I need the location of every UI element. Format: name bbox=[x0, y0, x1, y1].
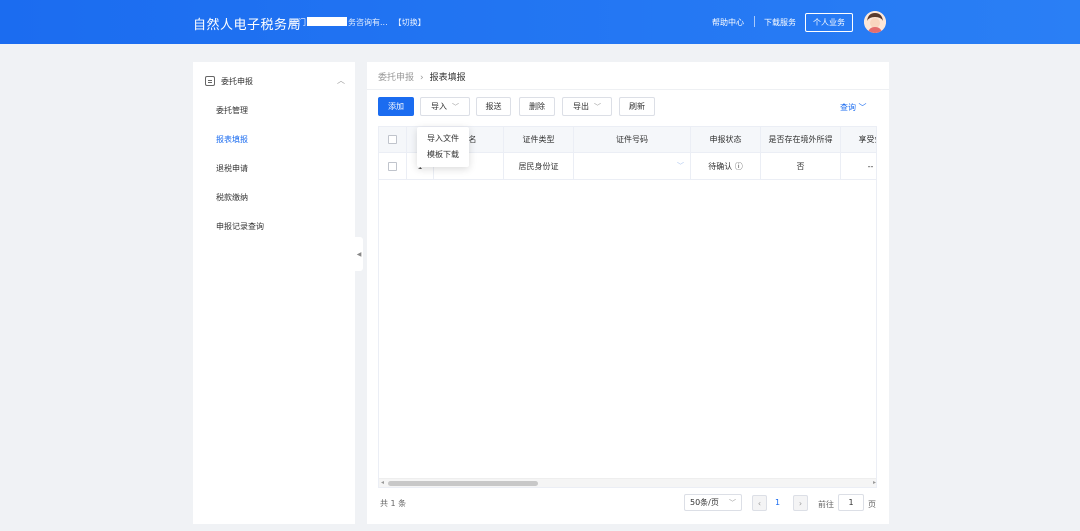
add-button[interactable]: 添加 bbox=[378, 97, 414, 116]
export-button[interactable]: 导出 ﹀ bbox=[562, 97, 612, 116]
chevron-up-icon: ︿ bbox=[337, 76, 345, 85]
divider bbox=[367, 89, 889, 90]
total-count: 共 1 条 bbox=[380, 499, 407, 508]
select-all-checkbox[interactable] bbox=[388, 135, 397, 144]
row-select bbox=[379, 153, 407, 179]
prev-page-button[interactable]: ‹ bbox=[752, 495, 767, 511]
page-size-value: 50条/页 bbox=[690, 498, 719, 507]
import-button[interactable]: 导入 ﹀ bbox=[420, 97, 470, 116]
breadcrumb-parent[interactable]: 委托申报 bbox=[378, 73, 414, 83]
row-id-type: 居民身份证 bbox=[504, 153, 574, 179]
declaration-table: 姓名 证件类型 证件号码 申报状态 是否存在境外所得 享受免 1 居民身份证 ﹀… bbox=[378, 126, 877, 488]
sidebar-item-delegation-management[interactable]: 委托管理 bbox=[216, 105, 248, 116]
sidebar: 委托申报 ︿ 委托管理 报表填报 退税申请 税款缴纳 申报记录查询 bbox=[193, 62, 355, 524]
top-header: 自然人电子税务局 厦门 务咨询有... 【切换】 帮助中心 下载服务 个人业务 bbox=[0, 0, 1080, 44]
goto-label: 前往 bbox=[818, 500, 834, 509]
query-label: 查询 bbox=[840, 103, 856, 112]
breadcrumb: 委托申报 › 报表填报 bbox=[378, 70, 466, 83]
sidebar-group-delegated-filing[interactable]: 委托申报 ︿ bbox=[205, 74, 345, 88]
organization-info: 厦门 务咨询有... 【切换】 bbox=[290, 17, 426, 28]
header-status: 申报状态 bbox=[691, 127, 761, 152]
next-page-button[interactable]: › bbox=[793, 495, 808, 511]
header-id-type: 证件类型 bbox=[504, 127, 574, 152]
brand-title: 自然人电子税务局 bbox=[193, 18, 302, 33]
page-size-select[interactable]: 50条/页 ﹀ bbox=[684, 494, 742, 511]
personal-business-button[interactable]: 个人业务 bbox=[805, 13, 853, 32]
chevron-right-icon: › bbox=[420, 73, 424, 83]
row-foreign-income: 否 bbox=[761, 153, 841, 179]
sidebar-item-tax-payment[interactable]: 税款缴纳 bbox=[216, 192, 248, 203]
horizontal-scrollbar[interactable]: ◂ ▸ bbox=[379, 478, 876, 487]
import-dropdown-menu: 导入文件 模板下载 bbox=[417, 127, 469, 167]
document-icon bbox=[205, 76, 215, 86]
query-toggle[interactable]: 查询 ﹀ bbox=[840, 102, 867, 113]
chevron-down-icon: ﹀ bbox=[594, 102, 601, 111]
delete-button[interactable]: 删除 bbox=[519, 97, 555, 116]
sidebar-collapse-handle[interactable]: ◀ bbox=[355, 237, 363, 271]
scrollbar-thumb[interactable] bbox=[388, 481, 538, 486]
current-page-number[interactable]: 1 bbox=[775, 498, 780, 507]
help-center-link[interactable]: 帮助中心 bbox=[712, 17, 744, 28]
row-exempt: -- bbox=[841, 153, 876, 179]
header-select-all bbox=[379, 127, 407, 152]
sidebar-group-label: 委托申报 bbox=[221, 76, 253, 86]
download-service-link[interactable]: 下载服务 bbox=[764, 17, 796, 28]
row-status: 待确认 ⓘ bbox=[691, 153, 761, 179]
chevron-right-icon: › bbox=[798, 498, 803, 508]
export-label: 导出 bbox=[573, 102, 589, 111]
user-avatar-icon bbox=[864, 11, 886, 33]
header-foreign-income: 是否存在境外所得 bbox=[761, 127, 841, 152]
row-checkbox[interactable] bbox=[388, 161, 397, 171]
caret-left-icon: ◀ bbox=[356, 250, 362, 258]
chevron-down-icon: ﹀ bbox=[677, 162, 684, 170]
import-label: 导入 bbox=[431, 102, 447, 111]
chevron-left-icon: ‹ bbox=[757, 498, 762, 508]
sidebar-item-report-filling[interactable]: 报表填报 bbox=[216, 134, 248, 145]
avatar[interactable] bbox=[864, 11, 886, 33]
org-suffix: 务咨询有... bbox=[348, 18, 388, 27]
org-prefix: 厦门 bbox=[290, 18, 306, 27]
sidebar-item-filing-records[interactable]: 申报记录查询 bbox=[216, 221, 264, 232]
submit-button[interactable]: 报送 bbox=[476, 97, 511, 116]
header-exempt: 享受免 bbox=[841, 127, 877, 152]
goto-page-input[interactable]: 1 bbox=[838, 494, 864, 511]
menu-item-template-download[interactable]: 模板下载 bbox=[427, 149, 459, 160]
breadcrumb-current: 报表填报 bbox=[429, 73, 466, 83]
nav-divider bbox=[754, 16, 755, 27]
chevron-down-icon: ﹀ bbox=[858, 103, 867, 112]
goto-suffix: 页 bbox=[868, 500, 876, 509]
scroll-left-icon[interactable]: ◂ bbox=[381, 479, 384, 486]
menu-item-import-file[interactable]: 导入文件 bbox=[427, 133, 459, 144]
switch-org-link[interactable]: 【切换】 bbox=[394, 18, 426, 27]
chevron-down-icon: ﹀ bbox=[452, 102, 459, 111]
main-panel: 委托申报 › 报表填报 添加 导入 ﹀ 报送 删除 导出 ﹀ 刷新 查询 ﹀ 姓名 证件… bbox=[367, 62, 889, 524]
redacted-mask bbox=[307, 17, 347, 26]
refresh-button[interactable]: 刷新 bbox=[619, 97, 655, 116]
header-id-number: 证件号码 bbox=[574, 127, 691, 152]
scroll-right-icon[interactable]: ▸ bbox=[873, 479, 876, 486]
sidebar-item-tax-refund[interactable]: 退税申请 bbox=[216, 163, 248, 174]
chevron-down-icon: ﹀ bbox=[729, 498, 736, 507]
row-id-number[interactable]: ﹀ bbox=[574, 153, 691, 179]
